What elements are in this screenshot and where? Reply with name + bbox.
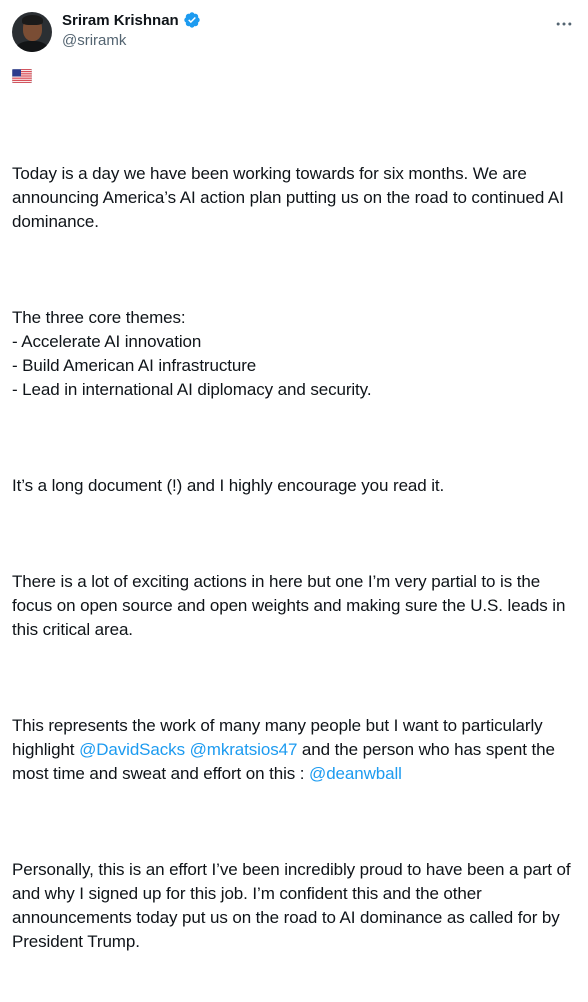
tweet-themes-list: The three core themes: - Accelerate AI i… [12,308,372,399]
mention-link-deanwball[interactable]: @deanwball [309,764,402,783]
tweet-text: Today is a day we have been working towa… [12,114,580,1002]
tweet-page: { "author": { "display_name": "Sriram Kr… [0,0,588,951]
tweet-paragraph-mentions: This represents the work of many many pe… [12,714,580,786]
author-handle[interactable]: @sriramk [62,32,201,49]
tweet-paragraph: There is a lot of exciting actions in he… [12,572,570,639]
avatar[interactable] [12,12,52,52]
mention-link-mkratsios47[interactable]: @mkratsios47 [190,740,298,759]
verified-badge-icon [184,12,200,28]
tweet-paragraph: Today is a day we have been working towa… [12,164,569,231]
avatar-hair [22,15,43,25]
us-flag-icon [12,69,32,83]
avatar-shirt [15,41,49,52]
author-display-name[interactable]: Sriram Krishnan [62,12,179,29]
tweet-paragraph: Personally, this is an effort I’ve been … [12,860,576,951]
tweet-paragraph: It’s a long document (!) and I highly en… [12,476,445,495]
author-info: Sriram Krishnan @sriramk [62,10,201,49]
mention-link-davidsacks[interactable]: @DavidSacks [79,740,185,759]
tweet-header: Sriram Krishnan @sriramk [12,10,576,58]
name-row: Sriram Krishnan [62,10,201,30]
more-options-icon[interactable] [554,14,574,34]
